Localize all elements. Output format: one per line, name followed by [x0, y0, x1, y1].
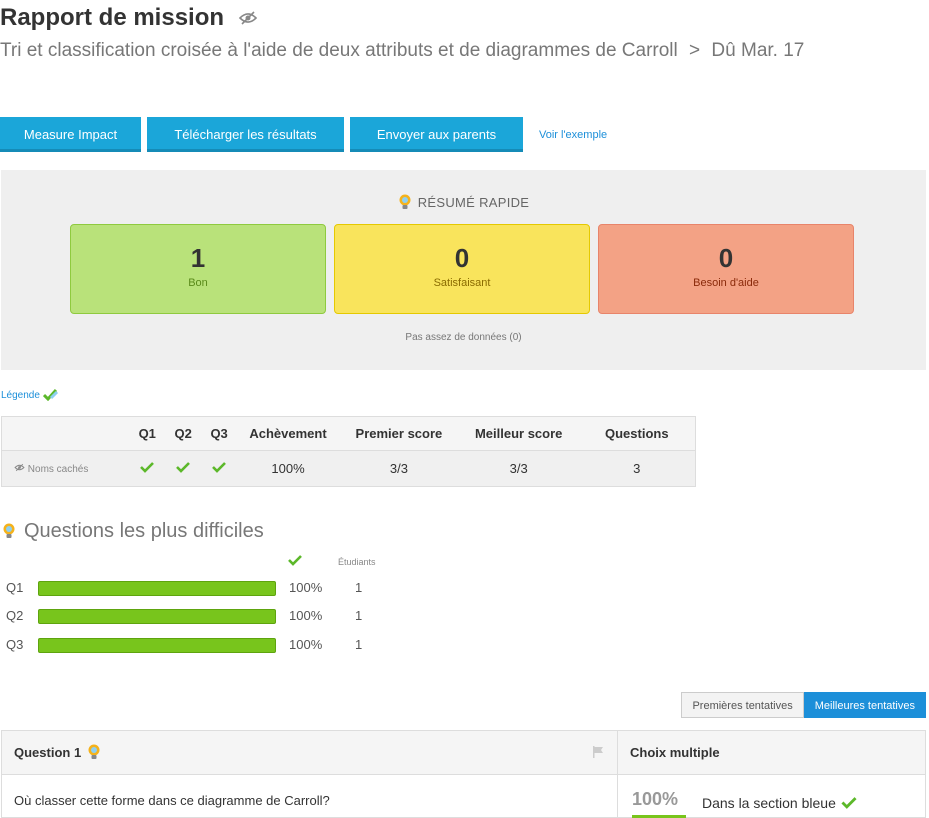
check-icon [212, 462, 227, 473]
action-bar: Measure Impact Télécharger les résultats… [0, 117, 607, 152]
hidden-eye-icon[interactable] [238, 10, 258, 26]
best-score-header: Meilleur score [458, 416, 579, 451]
hidden-eye-icon [14, 463, 25, 471]
good-count: 1 [190, 243, 206, 273]
student-name-cell[interactable]: Noms cachés [1, 450, 130, 487]
best-score-value: 3/3 [458, 450, 579, 487]
check-icon [140, 462, 155, 473]
percent-value: 100% [289, 580, 323, 595]
list-item[interactable]: Q3 100% 1 [0, 635, 400, 655]
not-enough-data: Pas assez de données (0) [405, 332, 522, 343]
q1-result[interactable] [129, 450, 166, 487]
q1-header[interactable]: Q1 [129, 416, 166, 451]
send-parents-button[interactable]: Envoyer aux parents [350, 117, 523, 152]
progress-bar [38, 609, 276, 624]
question-label: Q1 [6, 580, 24, 595]
lightbulb-icon [398, 194, 412, 211]
first-score-header: Premier score [339, 416, 459, 451]
q2-result[interactable] [165, 450, 202, 487]
q3-result[interactable] [201, 450, 238, 487]
student-count: 1 [355, 608, 363, 623]
q3-header[interactable]: Q3 [201, 416, 238, 451]
quick-summary-panel: RÉSUMÉ RAPIDE 1 Bon 0 Satisfaisant 0 Bes… [1, 170, 926, 370]
legend-label: Légende [1, 389, 40, 401]
assignment-name: Tri et classification croisée à l'aide d… [0, 40, 678, 61]
legend-link[interactable]: Légende [1, 389, 59, 401]
answer-percent: 100% [632, 789, 679, 809]
check-icon [176, 462, 191, 473]
completion-value: 100% [237, 450, 339, 487]
answer-text: Dans la section bleue [702, 795, 836, 811]
hardest-header: Étudiants [0, 555, 400, 569]
view-example-link[interactable]: Voir l'exemple [539, 129, 607, 141]
percent-value: 100% [289, 637, 323, 652]
hidden-names-label: Noms cachés [27, 463, 89, 475]
best-attempts-tab[interactable]: Meilleures tentatives [803, 692, 926, 718]
student-count: 1 [355, 637, 363, 652]
legend-check-icon [42, 389, 58, 401]
satisfactory-card[interactable]: 0 Satisfaisant [334, 224, 590, 314]
progress-bar [38, 581, 276, 596]
satisfactory-label: Satisfaisant [433, 277, 491, 289]
students-label: Étudiants [338, 557, 376, 567]
hardest-questions-label: Questions les plus difficiles [24, 520, 264, 542]
breadcrumb: Tri et classification croisée à l'aide d… [0, 40, 804, 62]
needs-help-count: 0 [718, 243, 734, 273]
check-icon [841, 797, 857, 809]
student-count: 1 [355, 580, 363, 595]
good-label: Bon [188, 277, 208, 289]
questions-header: Questions [578, 416, 696, 451]
question-label: Q3 [6, 637, 24, 652]
q2-header[interactable]: Q2 [165, 416, 202, 451]
needs-help-card[interactable]: 0 Besoin d'aide [598, 224, 854, 314]
list-item[interactable]: Q1 100% 1 [0, 578, 400, 598]
question-title-label: Question 1 [14, 745, 82, 760]
question-title: Question 1 [14, 744, 107, 761]
column-divider [617, 775, 618, 818]
question-header-row: Question 1 Choix multiple [2, 731, 925, 775]
lightbulb-icon [2, 523, 16, 540]
measure-impact-button[interactable]: Measure Impact [0, 117, 141, 152]
percent-value: 100% [289, 608, 323, 623]
answer-choice: Dans la section bleue [702, 795, 857, 811]
good-card[interactable]: 1 Bon [70, 224, 326, 314]
breadcrumb-separator: > [689, 40, 701, 61]
table-row: Noms cachés 100% 3/3 3/3 3 [1, 450, 696, 487]
progress-bar [38, 638, 276, 653]
quick-summary-title: RÉSUMÉ RAPIDE [1, 194, 926, 211]
completion-header: Achèvement [237, 416, 339, 451]
lightbulb-icon[interactable] [87, 744, 101, 761]
question-detail-table: Question 1 Choix multiple Où classer cet… [1, 730, 926, 818]
results-header-row: Q1 Q2 Q3 Achèvement Premier score Meille… [1, 416, 696, 451]
download-results-button[interactable]: Télécharger les résultats [147, 117, 344, 152]
flag-icon[interactable] [592, 745, 604, 763]
needs-help-label: Besoin d'aide [693, 277, 759, 289]
title-row: Rapport de mission [0, 4, 258, 32]
questions-value: 3 [578, 450, 696, 487]
page-title: Rapport de mission [0, 4, 225, 31]
check-icon [288, 555, 302, 566]
question-type: Choix multiple [630, 745, 720, 760]
first-score-value: 3/3 [339, 450, 459, 487]
quick-summary-label: RÉSUMÉ RAPIDE [417, 195, 530, 210]
satisfactory-count: 0 [454, 243, 470, 273]
results-table: Q1 Q2 Q3 Achèvement Premier score Meille… [1, 416, 696, 487]
question-text: Où classer cette forme dans ce diagramme… [14, 793, 330, 808]
name-column-header [1, 416, 130, 451]
list-item[interactable]: Q2 100% 1 [0, 606, 400, 626]
column-divider [617, 731, 618, 775]
question-label: Q2 [6, 608, 24, 623]
attempts-toggle: Premières tentatives Meilleures tentativ… [681, 692, 926, 718]
hardest-questions-title: Questions les plus difficiles [2, 520, 264, 543]
due-date: Dû Mar. 17 [711, 40, 805, 61]
first-attempts-tab[interactable]: Premières tentatives [681, 692, 804, 718]
